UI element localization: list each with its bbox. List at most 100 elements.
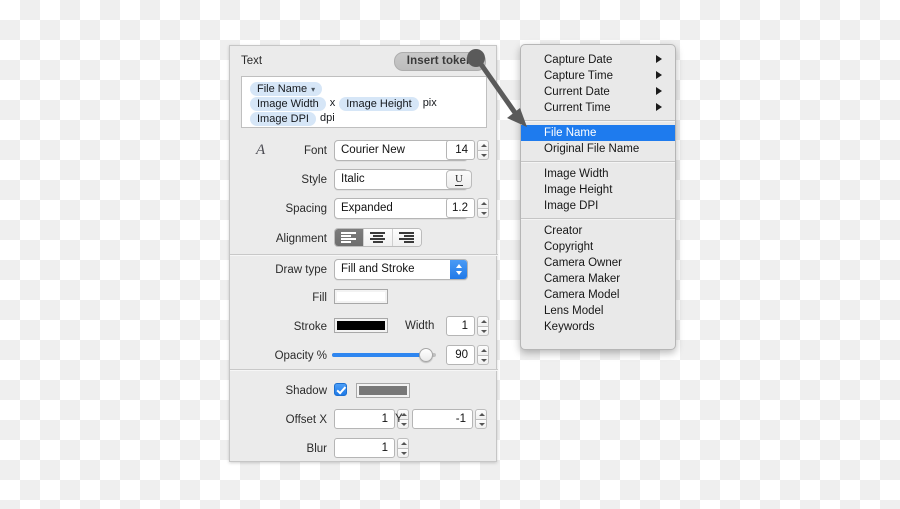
blur-input[interactable]: 1 <box>334 438 395 458</box>
divider <box>230 254 498 256</box>
menu-item-camera-model[interactable]: Camera Model <box>521 287 675 303</box>
alignment-segmented-control[interactable] <box>334 228 422 247</box>
stepper-up-icon[interactable] <box>477 198 489 208</box>
submenu-arrow-icon[interactable] <box>656 71 662 79</box>
menu-item-label: Camera Maker <box>544 273 621 285</box>
offset-x-input[interactable]: 1 <box>334 409 395 429</box>
menu-item-label: Current Time <box>544 102 611 114</box>
menu-item-label: Image DPI <box>544 200 599 212</box>
menu-item-image-height[interactable]: Image Height <box>521 182 675 198</box>
menu-item-current-date[interactable]: Current Date <box>521 84 675 100</box>
insert-token-menu[interactable]: Capture Date Capture Time Current Date C… <box>520 44 676 350</box>
alignment-label: Alignment <box>275 233 327 245</box>
submenu-arrow-icon[interactable] <box>656 103 662 111</box>
menu-item-camera-owner[interactable]: Camera Owner <box>521 255 675 271</box>
token-line: Image DPI dpi <box>250 111 486 126</box>
align-right-icon[interactable] <box>393 229 421 246</box>
stepper-down-icon[interactable] <box>477 208 489 218</box>
token-text-dpi: dpi <box>319 112 335 125</box>
underline-label: U <box>455 173 463 186</box>
offset-y-label: Y <box>395 413 403 425</box>
stepper-up-icon[interactable] <box>477 140 489 150</box>
fill-color-swatch <box>337 292 385 301</box>
alignment-row: Alignment <box>230 228 498 254</box>
menu-item-capture-date[interactable]: Capture Date <box>521 52 675 68</box>
font-size-input[interactable]: 14 <box>446 140 475 160</box>
menu-item-label: Capture Date <box>544 54 613 66</box>
style-label: Style <box>301 174 327 186</box>
stepper-down-icon[interactable] <box>477 355 489 365</box>
underline-button[interactable]: U <box>446 170 472 189</box>
stepper-up-icon[interactable] <box>397 438 409 448</box>
opacity-slider[interactable] <box>332 348 436 362</box>
offset-y-input[interactable]: -1 <box>412 409 473 429</box>
fill-color-well[interactable] <box>334 289 388 304</box>
menu-item-label: Creator <box>544 225 583 237</box>
opacity-stepper[interactable] <box>477 345 489 365</box>
menu-item-label: Camera Model <box>544 289 620 301</box>
token-label: File Name <box>257 82 308 95</box>
menu-item-label: Camera Owner <box>544 257 622 269</box>
menu-item-camera-maker[interactable]: Camera Maker <box>521 271 675 287</box>
shadow-checkbox[interactable] <box>334 383 347 396</box>
menu-divider <box>521 161 675 163</box>
token-image-width[interactable]: Image Width <box>250 96 326 111</box>
font-glyph-icon: A <box>256 142 266 158</box>
menu-item-original-file-name[interactable]: Original File Name <box>521 141 675 157</box>
menu-item-capture-time[interactable]: Capture Time <box>521 68 675 84</box>
spacing-amount-stepper[interactable] <box>477 198 489 218</box>
menu-group-filenames: File Name Original File Name <box>521 125 675 157</box>
style-row: Style Italic U <box>230 169 498 195</box>
stepper-down-icon[interactable] <box>397 448 409 458</box>
opacity-input[interactable]: 90 <box>446 345 475 365</box>
font-size-stepper[interactable] <box>477 140 489 160</box>
blur-stepper[interactable] <box>397 438 409 458</box>
menu-item-keywords[interactable]: Keywords <box>521 319 675 335</box>
stroke-width-stepper[interactable] <box>477 316 489 336</box>
token-image-dpi[interactable]: Image DPI <box>250 111 316 126</box>
stepper-up-icon[interactable] <box>475 409 487 419</box>
stepper-up-icon[interactable] <box>477 345 489 355</box>
menu-item-file-name[interactable]: File Name <box>521 125 675 141</box>
page-title: Text <box>241 55 263 67</box>
spacing-value: Expanded <box>341 202 393 214</box>
menu-item-creator[interactable]: Creator <box>521 223 675 239</box>
stroke-width-input[interactable]: 1 <box>446 316 475 336</box>
chevron-updown-icon[interactable] <box>450 260 467 279</box>
stepper-down-icon[interactable] <box>475 419 487 429</box>
shadow-color-well[interactable] <box>356 383 410 398</box>
draw-type-row: Draw type Fill and Stroke <box>230 259 498 285</box>
chevron-down-icon[interactable]: ▾ <box>311 85 315 94</box>
menu-item-label: Current Date <box>544 86 610 98</box>
stepper-down-icon[interactable] <box>477 150 489 160</box>
opacity-label: Opacity % <box>274 350 327 362</box>
slider-knob[interactable] <box>418 348 433 362</box>
draw-type-select[interactable]: Fill and Stroke <box>334 259 468 280</box>
offset-row: Offset X 1 Y -1 <box>230 409 498 435</box>
menu-item-label: Image Height <box>544 184 613 196</box>
submenu-arrow-icon[interactable] <box>656 55 662 63</box>
menu-divider <box>521 218 675 220</box>
menu-group-metadata: Creator Copyright Camera Owner Camera Ma… <box>521 223 675 335</box>
style-value: Italic <box>341 173 365 185</box>
menu-item-copyright[interactable]: Copyright <box>521 239 675 255</box>
blur-row: Blur 1 <box>230 438 498 464</box>
spacing-amount-input[interactable]: 1.2 <box>446 198 475 218</box>
stroke-label: Stroke <box>293 321 327 333</box>
submenu-arrow-icon[interactable] <box>656 87 662 95</box>
menu-item-image-dpi[interactable]: Image DPI <box>521 198 675 214</box>
menu-item-lens-model[interactable]: Lens Model <box>521 303 675 319</box>
offset-y-stepper[interactable] <box>475 409 487 429</box>
stepper-down-icon[interactable] <box>477 326 489 336</box>
align-center-icon[interactable] <box>364 229 393 246</box>
menu-item-image-width[interactable]: Image Width <box>521 166 675 182</box>
token-file-name[interactable]: File Name ▾ <box>250 81 323 96</box>
token-text-field[interactable]: File Name ▾ Image Width x Image Height pix I… <box>241 76 487 128</box>
align-left-icon[interactable] <box>335 229 364 246</box>
stepper-up-icon[interactable] <box>477 316 489 326</box>
insert-token-button[interactable]: Insert token <box>394 52 486 71</box>
token-image-height[interactable]: Image Height <box>339 96 419 111</box>
stroke-color-well[interactable] <box>334 318 388 333</box>
fill-row: Fill <box>230 287 498 313</box>
menu-item-current-time[interactable]: Current Time <box>521 100 675 116</box>
